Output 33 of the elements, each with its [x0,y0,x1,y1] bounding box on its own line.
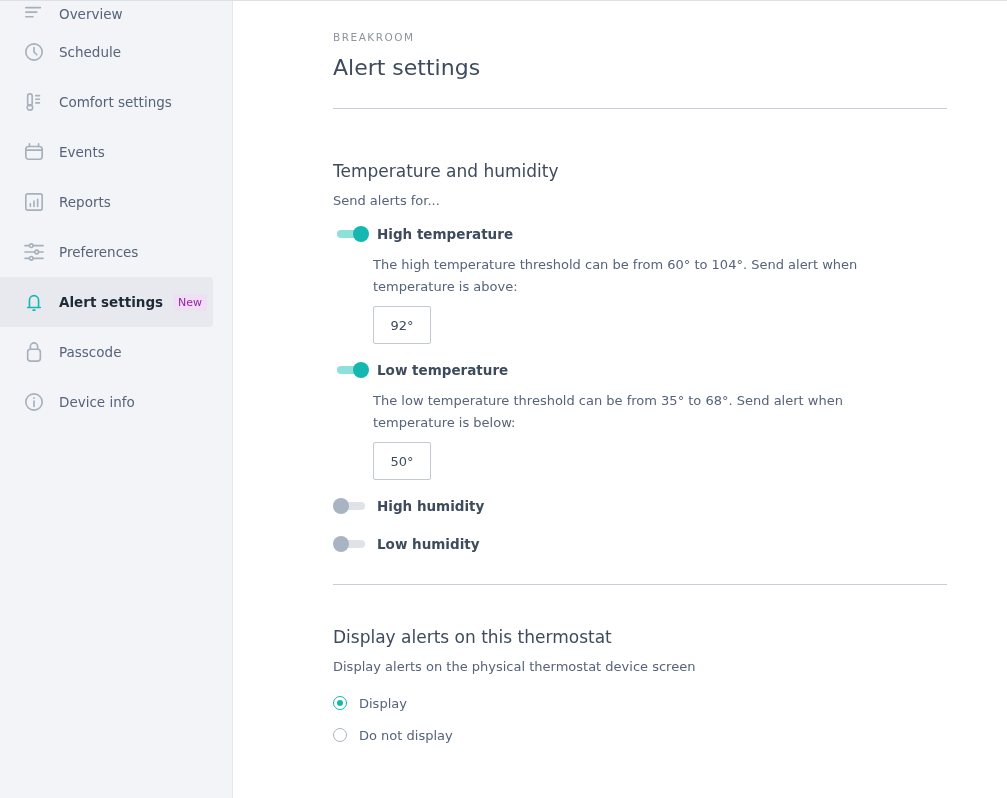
alert-label: Low temperature [377,362,509,378]
clock-icon [24,42,44,62]
sidebar-item[interactable]: Reports [0,177,213,227]
threshold-description: The high temperature threshold can be from 60° to 104°. Send alert when temperature is above: [373,256,859,296]
lock-icon [24,342,44,362]
calendar-icon [24,142,44,162]
sidebar-item[interactable]: Preferences [0,227,213,277]
sidebar-item[interactable]: Comfort settings [0,77,213,127]
section-subtitle: Display alerts on the physical thermostat device screen [333,659,697,674]
sliders-icon [24,242,44,262]
sidebar-item[interactable]: Device info [0,377,213,427]
info-icon [24,392,44,412]
bell-icon [24,292,44,312]
sidebar-item[interactable]: Overview [0,1,213,27]
threshold-description: The low temperature threshold can be from 35° to 68°. Send alert when temperature is below: [373,392,844,432]
sidebar-item[interactable]: Schedule [0,27,213,77]
alert-label: High temperature [377,226,514,242]
sidebar-item[interactable]: Events [0,127,213,177]
option-label: Display [359,695,407,711]
section-subtitle: Send alerts for... [333,193,441,208]
section-title: Display alerts on this thermostat [333,627,613,647]
sidebar-item[interactable]: Passcode [0,327,213,377]
bar-chart-icon [24,192,44,212]
threshold-input[interactable]: 92° [373,306,431,344]
alert-label: High humidity [377,498,485,514]
alert-label: Low humidity [377,536,480,552]
new-badge: New [173,293,208,311]
page-title: Alert settings [333,55,482,80]
section-title: Temperature and humidity [333,161,560,181]
threshold-input[interactable]: 50° [373,442,431,480]
option-label: Do not display [359,727,453,743]
sidebar-item[interactable]: Alert settings New [0,277,213,327]
location-label: BREAKROOM [333,31,416,43]
